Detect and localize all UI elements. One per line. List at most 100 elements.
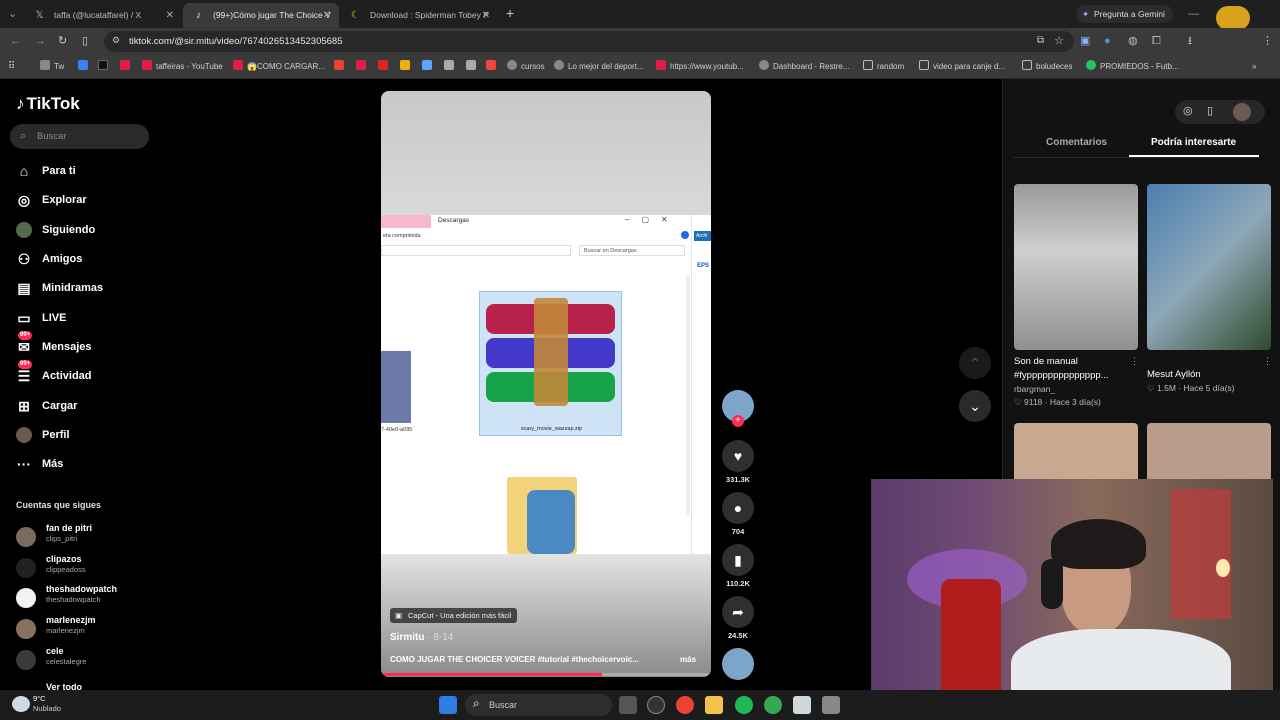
extension-icon[interactable]: ◍ — [1128, 34, 1138, 48]
minimize-icon[interactable]: — — [1188, 7, 1199, 21]
tab-download[interactable]: ☾ Download : Spiderman Tobey P ✕ — [340, 3, 498, 28]
back-icon[interactable]: ← — [10, 34, 21, 48]
window-scrollbar[interactable] — [686, 275, 690, 515]
bookmark-item[interactable]: Dashboard - Restre... — [759, 55, 849, 79]
bookmark-item[interactable]: Lo mejor del deport... — [554, 55, 644, 79]
phone-icon[interactable]: ▯ — [1207, 104, 1213, 117]
video-thumbnail[interactable] — [1014, 423, 1138, 483]
next-video-button[interactable]: ⌄ — [959, 390, 991, 422]
tab-podria-interesarte[interactable]: Podría interesarte — [1151, 137, 1236, 148]
nav-actividad[interactable]: ☰ 99+ Actividad — [16, 360, 166, 388]
url-field[interactable]: ⚙ tiktok.com/@sir.mitu/video/76740265134… — [104, 31, 1074, 52]
sound-button[interactable] — [722, 648, 754, 680]
share-button[interactable]: ➦ 24.5K — [722, 596, 754, 640]
bookmark-icon-only[interactable] — [378, 55, 392, 79]
video-player[interactable]: Descargas –▢✕ eta comprimida Buscar en D… — [381, 91, 711, 677]
following-account[interactable]: cele celestalegre — [16, 646, 176, 676]
tab-search-icon[interactable]: ⌄ — [8, 7, 17, 21]
download-icon[interactable]: ⭳ — [1188, 34, 1192, 48]
more-bookmarks-icon[interactable]: » — [1252, 55, 1256, 79]
bookmark-icon-only[interactable] — [356, 55, 370, 79]
creator-avatar-button[interactable]: + — [722, 390, 754, 427]
chrome-icon[interactable] — [676, 696, 694, 714]
chrome-icon[interactable] — [764, 696, 782, 714]
save-button[interactable]: ▮ 110.2K — [722, 544, 754, 588]
new-tab-icon[interactable]: + — [506, 6, 514, 20]
task-view-icon[interactable] — [619, 696, 637, 714]
translate-icon[interactable]: ▣ — [1080, 34, 1090, 48]
bookmark-icon-only[interactable] — [120, 55, 134, 79]
bookmark-item[interactable]: boludeces — [1022, 55, 1072, 79]
nav-amigos[interactable]: ⚇ Amigos — [16, 247, 166, 271]
spotify-icon[interactable] — [735, 696, 753, 714]
app-icon[interactable] — [647, 696, 665, 714]
bookmark-star-icon[interactable]: ☆ — [1054, 34, 1064, 47]
close-tab-icon[interactable]: ✕ — [166, 3, 174, 28]
taskbar-search[interactable]: ⌕ Buscar — [465, 694, 612, 716]
more-options-icon[interactable]: ⋮ — [1130, 356, 1139, 367]
nav-perfil[interactable]: Perfil — [16, 423, 166, 447]
file-explorer-icon[interactable] — [705, 696, 723, 714]
gemini-button[interactable]: ✦ Pregunta a Gemini — [1076, 5, 1173, 23]
bookmark-icon-only[interactable] — [98, 55, 112, 79]
recommended-video-card[interactable]: Mesut Ayllón ♡ 1.5M · Hace 5 día(s) ⋮ — [1147, 184, 1272, 395]
capcut-badge[interactable]: ▣ CapCut - Una edición más fácil — [390, 608, 518, 623]
sidepanel-icon[interactable]: ▯ — [82, 34, 88, 48]
more-link[interactable]: más — [680, 655, 696, 664]
tab-tiktok[interactable]: ♪ (99+)Cómo jugar The Choice V ✕ — [183, 3, 339, 28]
follow-plus-icon[interactable]: + — [732, 415, 744, 427]
comment-button[interactable]: ● 704 — [722, 492, 754, 536]
forward-icon[interactable]: → — [35, 34, 46, 48]
bookmark-icon-only[interactable] — [444, 55, 458, 79]
bookmark-icon-only[interactable] — [334, 55, 348, 79]
close-tab-icon[interactable]: ✕ — [323, 3, 331, 28]
bookmark-item[interactable]: taffeiras - YouTube — [142, 55, 223, 79]
compass-icon[interactable]: ◎ — [1183, 104, 1193, 117]
bookmark-icon-only[interactable] — [400, 55, 414, 79]
bookmark-icon-only[interactable] — [422, 55, 436, 79]
recommended-video-card[interactable]: Son de manual #fypppppppppppppp... rbarg… — [1014, 184, 1139, 409]
cast-icon[interactable]: ⧉ — [1037, 35, 1044, 46]
avatar[interactable] — [1216, 6, 1250, 30]
nav-cargar[interactable]: ⊞ Cargar — [16, 394, 166, 418]
tab-comentarios[interactable]: Comentarios — [1046, 137, 1107, 148]
following-account[interactable]: theshadowpatch theshadowpatch — [16, 584, 176, 614]
puzzle-icon[interactable]: ⧠ — [1152, 34, 1161, 48]
nav-live[interactable]: ▭ LIVE — [16, 306, 166, 330]
bookmark-item[interactable]: cursos — [507, 55, 545, 79]
close-tab-icon[interactable]: ✕ — [482, 3, 490, 28]
notepad-icon[interactable] — [793, 696, 811, 714]
tiktok-logo[interactable]: ♪ TikTok — [16, 94, 80, 114]
search-input[interactable]: ⌕ Buscar — [10, 124, 149, 149]
menu-icon[interactable]: ⋮ — [1262, 34, 1273, 48]
bookmark-item[interactable]: video para canje d... — [919, 55, 1005, 79]
nav-siguiendo[interactable]: Siguiendo — [16, 218, 166, 242]
nav-explorar[interactable]: ◎ Explorar — [16, 188, 166, 212]
bookmark-item[interactable]: random — [863, 55, 904, 79]
video-author[interactable]: Sirmitu · 8-14 — [390, 632, 453, 643]
apps-icon[interactable]: ⠿ — [8, 55, 15, 79]
following-account[interactable]: clipazos clippeadoss — [16, 554, 176, 584]
bookmark-item[interactable]: Tw — [40, 55, 64, 79]
following-account[interactable]: marlenezjm marlenezjm — [16, 615, 176, 645]
extension-icon[interactable]: ● — [1104, 34, 1111, 48]
previous-video-button[interactable]: ⌃ — [959, 347, 991, 379]
reload-icon[interactable]: ↻ — [58, 34, 67, 48]
bookmark-icon-only[interactable] — [78, 55, 92, 79]
bookmark-icon-only[interactable] — [486, 55, 500, 79]
like-button[interactable]: ♥ 331.3K — [722, 440, 754, 484]
settings-icon[interactable] — [822, 696, 840, 714]
video-progress-bar[interactable] — [381, 673, 711, 676]
tab-x[interactable]: 𝕏 taffa (@lucataffarel) / X ✕ — [24, 3, 182, 28]
avatar[interactable] — [1233, 103, 1251, 121]
video-thumbnail[interactable] — [1147, 423, 1271, 483]
bookmark-item[interactable]: PROMIEDOS - Futb... — [1086, 55, 1179, 79]
nav-mas[interactable]: ··· Más — [16, 452, 166, 476]
bookmark-item[interactable]: https://www.youtub... — [656, 55, 744, 79]
nav-mensajes[interactable]: ✉ 99+ Mensajes — [16, 331, 166, 359]
following-account[interactable]: fan de pitri clips_pitri — [16, 523, 176, 553]
nav-minidramas[interactable]: ▤ Minidramas — [16, 276, 166, 300]
bookmark-item[interactable]: 😱COMO CARGAR... — [233, 55, 325, 79]
nav-para-ti[interactable]: ⌂ Para ti — [16, 159, 166, 183]
site-info-icon[interactable]: ⚙ — [112, 35, 120, 46]
